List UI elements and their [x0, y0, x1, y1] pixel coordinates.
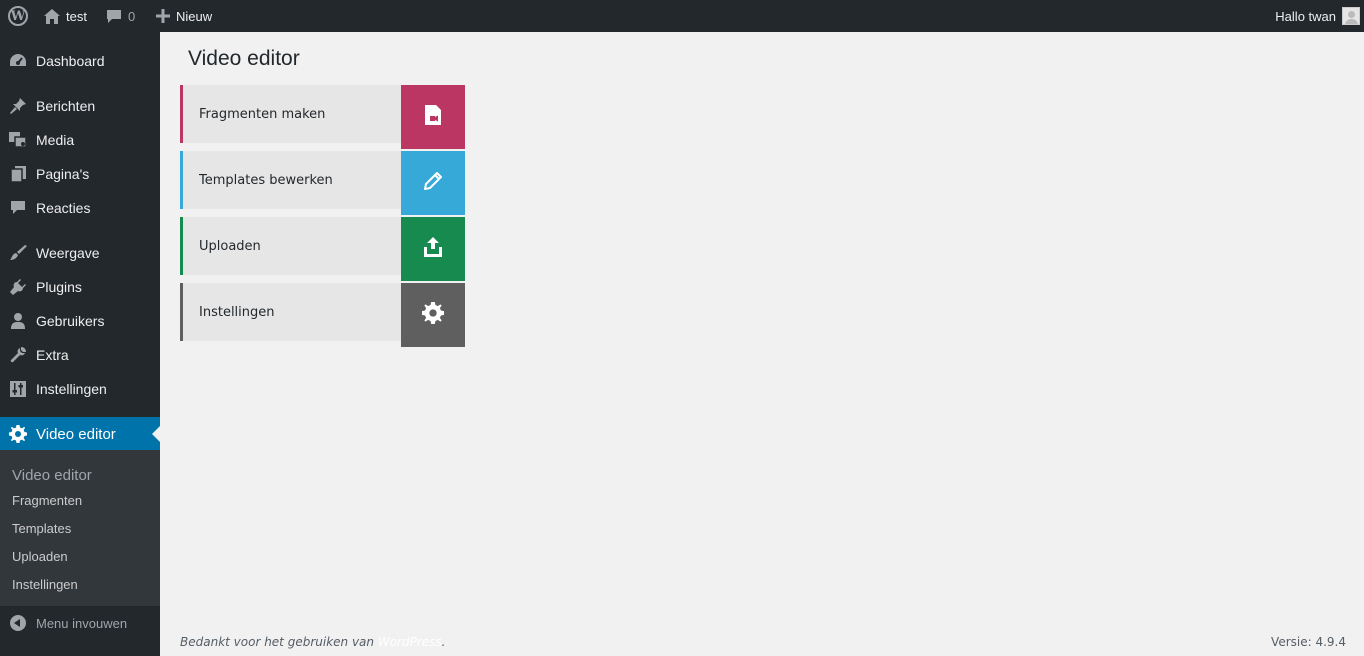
user-greeting: Hallo twan [1275, 8, 1336, 24]
tile-label: Uploaden [180, 217, 401, 275]
tile-button[interactable] [401, 283, 465, 347]
tile-button[interactable] [401, 85, 465, 149]
tile-fragmenten-maken[interactable]: Fragmenten maken [180, 85, 465, 149]
collapse-menu-button[interactable]: Menu invouwen [0, 606, 160, 640]
sidebar-item-reacties[interactable]: Reacties [0, 191, 160, 225]
sidebar-item-media[interactable]: Media [0, 123, 160, 157]
video-editor-submenu: Video editor Fragmenten Templates Upload… [0, 450, 160, 606]
sidebar-item-instellingen[interactable]: Instellingen [0, 372, 160, 406]
dashboard-icon [0, 53, 36, 69]
collapse-label: Menu invouwen [36, 615, 128, 631]
sidebar-item-label: Plugins [36, 279, 82, 295]
sidebar-item-label: Berichten [36, 98, 96, 114]
current-menu-arrow [152, 426, 160, 442]
video-file-icon [425, 104, 441, 130]
footer-thanks-suffix: . [441, 635, 446, 649]
sidebar-item-extra[interactable]: Extra [0, 338, 160, 372]
user-icon [0, 313, 36, 329]
user-account-menu[interactable]: Hallo twan [1275, 0, 1360, 32]
admin-bar: W test 0 Nieuw Hallo twan [0, 0, 1364, 32]
submenu-item-instellingen[interactable]: Instellingen [12, 577, 78, 592]
brush-icon [0, 245, 36, 261]
tile-label: Fragmenten maken [180, 85, 401, 143]
tile-button[interactable] [401, 217, 465, 281]
avatar [1342, 7, 1360, 25]
comment-icon [0, 200, 36, 216]
tile-label: Templates bewerken [180, 151, 401, 209]
site-name: test [66, 8, 87, 24]
footer-thanks: Bedankt voor het gebruiken van WordPress… [180, 635, 445, 649]
tile-templates-bewerken[interactable]: Templates bewerken [180, 151, 465, 215]
submenu-item-uploaden[interactable]: Uploaden [12, 549, 68, 564]
sidebar-item-label: Pagina's [36, 166, 90, 182]
sidebar-item-label: Gebruikers [36, 313, 105, 329]
comments-link[interactable]: 0 [106, 0, 135, 32]
tile-button[interactable] [401, 151, 465, 215]
sidebar-item-dashboard[interactable]: Dashboard [0, 44, 160, 78]
sidebar-item-plugins[interactable]: Plugins [0, 270, 160, 304]
sidebar-item-weergave[interactable]: Weergave [0, 236, 160, 270]
comment-bubble-icon [106, 9, 122, 24]
gear-icon [422, 301, 444, 329]
sidebar-item-video-editor[interactable]: Video editor [0, 417, 160, 451]
page-title: Video editor [188, 47, 300, 70]
footer-version: Versie: 4.9.4 [1271, 635, 1346, 649]
plus-icon [156, 9, 170, 23]
sidebar-item-gebruikers[interactable]: Gebruikers [0, 304, 160, 338]
wordpress-logo-menu[interactable]: W [0, 0, 36, 32]
footer-thanks-text: Bedankt voor het gebruiken van [180, 635, 378, 649]
site-name-link[interactable]: test [44, 0, 87, 32]
sidebar-item-label: Media [36, 132, 75, 148]
page-icon [0, 166, 36, 182]
sidebar-item-label: Video editor [36, 425, 116, 443]
submenu-item-templates[interactable]: Templates [12, 521, 71, 536]
tile-instellingen[interactable]: Instellingen [180, 283, 465, 347]
submenu-item-fragmenten[interactable]: Fragmenten [12, 493, 82, 508]
new-label: Nieuw [176, 8, 213, 24]
upload-icon [424, 236, 442, 262]
sidebar-item-label: Dashboard [36, 53, 105, 69]
sidebar-item-label: Weergave [36, 245, 100, 261]
collapse-arrow-icon [0, 615, 36, 631]
submenu-title[interactable]: Video editor [12, 467, 92, 484]
admin-sidebar: Dashboard Berichten Media Pagina's React… [0, 32, 160, 656]
sidebar-item-label: Extra [36, 347, 69, 363]
tile-uploaden[interactable]: Uploaden [180, 217, 465, 281]
home-icon [44, 8, 60, 24]
wordpress-logo-icon: W [8, 6, 28, 26]
sidebar-item-label: Instellingen [36, 381, 107, 397]
wordpress-link[interactable]: WordPress [378, 635, 442, 649]
media-icon [0, 132, 36, 148]
sidebar-item-label: Reacties [36, 200, 91, 216]
pin-icon [0, 98, 36, 114]
new-content-link[interactable]: Nieuw [156, 0, 212, 32]
sidebar-item-berichten[interactable]: Berichten [0, 89, 160, 123]
sidebar-item-paginas[interactable]: Pagina's [0, 157, 160, 191]
plugin-icon [0, 279, 36, 295]
tile-label: Instellingen [180, 283, 401, 341]
wrench-icon [0, 347, 36, 363]
comments-count: 0 [128, 8, 136, 24]
pencil-icon [424, 171, 442, 195]
gear-icon [0, 425, 36, 443]
settings-sliders-icon [0, 381, 36, 397]
